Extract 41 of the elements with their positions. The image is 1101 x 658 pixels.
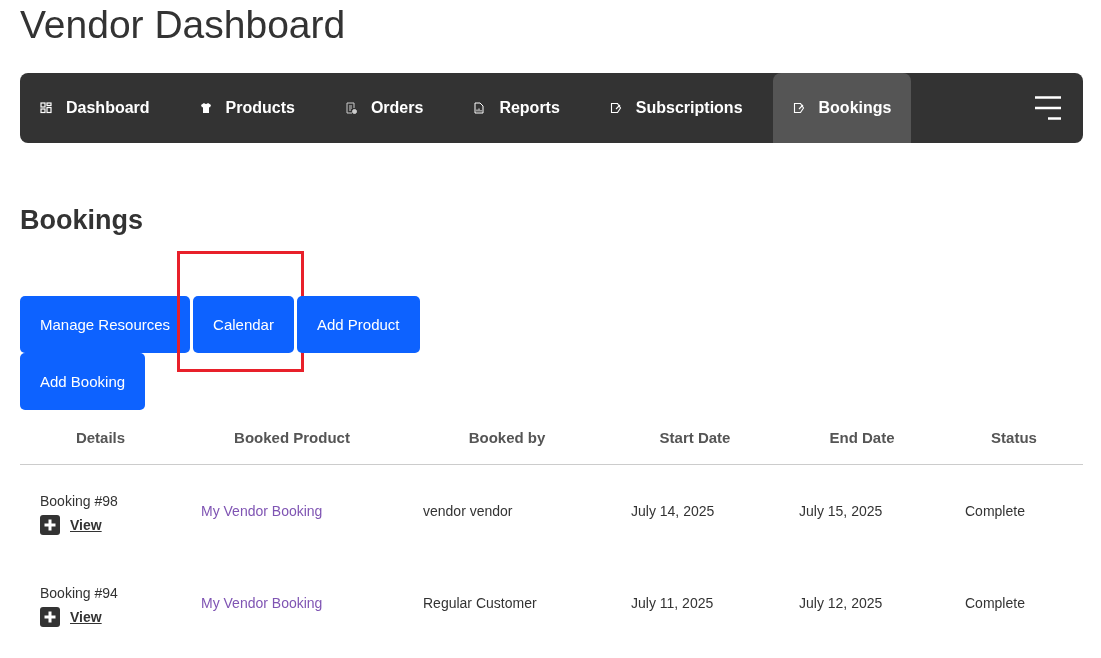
booking-number: Booking #94: [40, 585, 119, 601]
table-cell: July 15, 2025: [799, 503, 883, 519]
tag-icon: [792, 102, 805, 114]
action-button[interactable]: Add Booking: [20, 353, 146, 410]
section-heading: Bookings: [20, 204, 144, 237]
table-cell: Complete: [965, 595, 1025, 611]
column-header: End Date: [828, 428, 896, 448]
column-header: Booked Product: [233, 428, 351, 448]
table-cell: Complete: [965, 503, 1025, 519]
table-cell: July 12, 2025: [799, 595, 883, 611]
column-header: Start Date: [658, 428, 732, 448]
menu-icon[interactable]: [1035, 96, 1061, 120]
product-link[interactable]: My Vendor Booking: [201, 503, 323, 519]
product-link[interactable]: My Vendor Booking: [201, 595, 323, 611]
table-cell: July 11, 2025: [631, 595, 714, 611]
table-cell: vendor vendor: [423, 503, 513, 519]
grid-icon: [40, 102, 52, 114]
table-cell: Regular Customer: [423, 595, 537, 611]
booking-number: Booking #98: [40, 493, 119, 509]
table-cell: July 14, 2025: [631, 503, 715, 519]
expand-icon[interactable]: [40, 607, 60, 627]
nav-tab[interactable]: Bookings: [772, 73, 912, 143]
tag-icon: [609, 102, 622, 114]
column-header: Status: [990, 428, 1038, 448]
expand-icon[interactable]: [40, 515, 60, 535]
nav-tab[interactable]: Orders: [324, 73, 444, 143]
page-title: Vendor Dashboard: [20, 2, 347, 48]
action-button[interactable]: Manage Resources: [20, 296, 191, 353]
nav-tab[interactable]: Reports: [453, 73, 580, 143]
column-header: Details: [74, 428, 127, 448]
action-button[interactable]: Calendar: [193, 296, 294, 353]
receipt-icon: [344, 102, 357, 114]
view-link[interactable]: View: [70, 517, 102, 533]
view-link[interactable]: View: [70, 609, 102, 625]
report-icon: [473, 102, 486, 114]
column-header: Booked by: [467, 428, 547, 448]
shirt-icon: [199, 102, 212, 114]
action-button[interactable]: Add Product: [296, 296, 420, 353]
nav-tab[interactable]: Products: [179, 73, 315, 143]
nav-tab[interactable]: Dashboard: [20, 73, 170, 143]
nav-tab[interactable]: Subscriptions: [589, 73, 763, 143]
